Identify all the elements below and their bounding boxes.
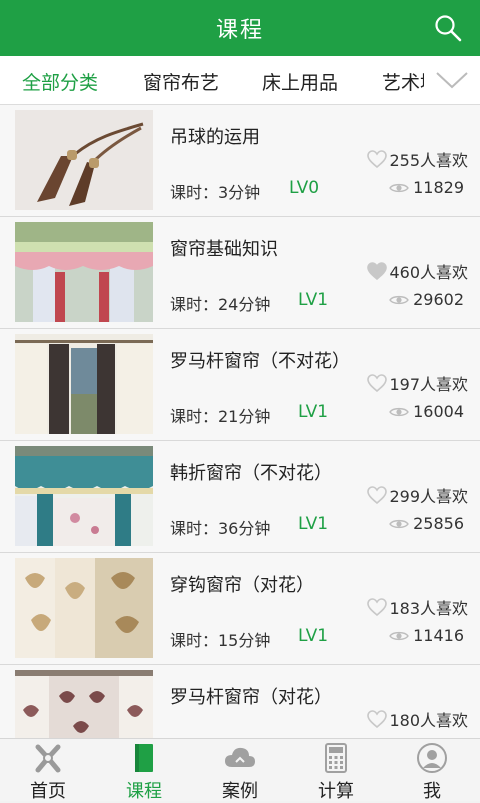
chevron-down-icon [436, 72, 468, 89]
course-duration: 课时：3分钟 [170, 183, 261, 202]
course-title: 罗马杆窗帘（对花） [170, 687, 332, 708]
expand-categories-button[interactable] [424, 56, 480, 104]
heart-icon [367, 710, 388, 728]
course-likes[interactable]: 460人喜欢 [367, 259, 468, 283]
tab-all-categories[interactable]: 全部分类 [22, 68, 98, 95]
course-thumbnail [15, 558, 153, 658]
course-likes[interactable]: 180人喜欢 [367, 707, 468, 731]
eye-icon [389, 519, 409, 528]
course-views: 25856 [389, 514, 464, 533]
course-title: 罗马杆窗帘（不对花） [170, 351, 350, 372]
views-count: 11829 [413, 178, 464, 197]
course-thumbnail [15, 110, 153, 210]
eye-icon [389, 183, 409, 192]
course-thumbnail [15, 334, 153, 434]
calculator-icon [325, 743, 347, 773]
category-tabs: 全部分类 窗帘布艺 床上用品 艺术墙 [0, 56, 480, 105]
nav-label: 课程 [126, 781, 162, 802]
course-views: 11416 [389, 626, 464, 645]
course-views: 11829 [389, 178, 464, 197]
course-title: 窗帘基础知识 [170, 239, 278, 260]
course-item[interactable]: 窗帘基础知识 460人喜欢 课时：24分钟 LV1 29602 [0, 217, 480, 329]
course-level: LV1 [298, 402, 329, 422]
course-likes[interactable]: 197人喜欢 [367, 371, 468, 395]
nav-me[interactable]: 我 [384, 739, 480, 802]
course-list[interactable]: 吊球的运用 255人喜欢 课时：3分钟 LV0 11829 窗帘基础知识 460… [0, 105, 480, 738]
course-likes[interactable]: 299人喜欢 [367, 483, 468, 507]
nav-home[interactable]: 首页 [0, 739, 96, 802]
course-title: 吊球的运用 [170, 127, 260, 148]
nav-label: 案例 [222, 781, 258, 802]
user-icon [417, 743, 447, 773]
page-title: 课程 [215, 18, 264, 43]
likes-count: 197人喜欢 [389, 375, 468, 394]
nav-calculate[interactable]: 计算 [288, 739, 384, 802]
course-views: 16004 [389, 402, 464, 421]
nav-label: 我 [423, 781, 441, 802]
heart-icon [367, 150, 388, 168]
course-likes[interactable]: 255人喜欢 [367, 147, 468, 171]
course-title: 穿钩窗帘（对花） [170, 575, 314, 596]
course-views: 29602 [389, 290, 464, 309]
views-count: 25856 [413, 514, 464, 533]
course-item[interactable]: 罗马杆窗帘（对花） 180人喜欢 [0, 665, 480, 738]
nav-course[interactable]: 课程 [96, 739, 192, 802]
likes-count: 460人喜欢 [389, 263, 468, 282]
cloud-icon [225, 747, 255, 767]
course-duration: 课时：21分钟 [170, 407, 271, 426]
course-level: LV1 [298, 626, 329, 646]
course-item[interactable]: 吊球的运用 255人喜欢 课时：3分钟 LV0 11829 [0, 105, 480, 217]
views-count: 29602 [413, 290, 464, 309]
course-item[interactable]: 罗马杆窗帘（不对花） 197人喜欢 课时：21分钟 LV1 16004 [0, 329, 480, 441]
views-count: 16004 [413, 402, 464, 421]
course-item[interactable]: 韩折窗帘（不对花） 299人喜欢 课时：36分钟 LV1 25856 [0, 441, 480, 553]
views-count: 11416 [413, 626, 464, 645]
heart-filled-icon [367, 262, 388, 280]
eye-icon [389, 631, 409, 640]
course-thumbnail [15, 446, 153, 546]
course-title: 韩折窗帘（不对花） [170, 463, 332, 484]
home-icon [35, 744, 61, 773]
likes-count: 180人喜欢 [389, 711, 468, 730]
heart-icon [367, 374, 388, 392]
course-duration: 课时：24分钟 [170, 295, 271, 314]
nav-label: 首页 [30, 781, 66, 802]
likes-count: 183人喜欢 [389, 599, 468, 618]
heart-icon [367, 598, 388, 616]
likes-count: 255人喜欢 [389, 151, 468, 170]
tab-bedding[interactable]: 床上用品 [262, 68, 338, 95]
course-thumbnail [15, 222, 153, 322]
nav-case[interactable]: 案例 [192, 739, 288, 802]
heart-icon [367, 486, 388, 504]
course-thumbnail [15, 670, 153, 738]
course-item[interactable]: 穿钩窗帘（对花） 183人喜欢 课时：15分钟 LV1 11416 [0, 553, 480, 665]
course-level: LV1 [298, 514, 329, 534]
bottom-nav: 首页 课程 案例 计算 我 [0, 738, 480, 802]
likes-count: 299人喜欢 [389, 487, 468, 506]
nav-label: 计算 [318, 781, 354, 802]
eye-icon [389, 295, 409, 304]
course-book-icon [135, 744, 153, 772]
search-icon[interactable] [434, 14, 462, 42]
course-level: LV1 [298, 290, 329, 310]
course-likes[interactable]: 183人喜欢 [367, 595, 468, 619]
course-duration: 课时：15分钟 [170, 631, 271, 650]
eye-icon [389, 407, 409, 416]
course-level: LV0 [289, 178, 320, 198]
app-header: 课程 [0, 0, 480, 56]
course-duration: 课时：36分钟 [170, 519, 271, 538]
tab-curtain-fabric[interactable]: 窗帘布艺 [143, 68, 219, 95]
